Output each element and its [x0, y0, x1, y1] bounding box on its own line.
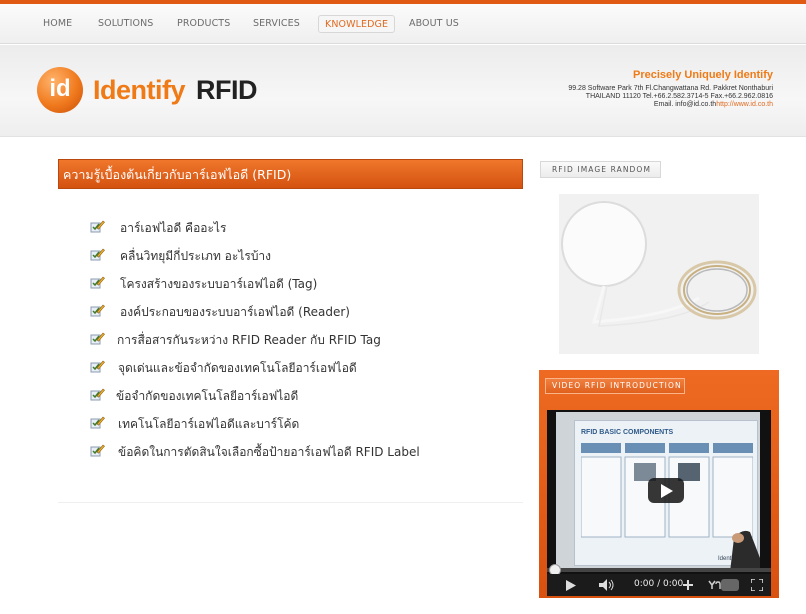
play-control-icon[interactable]: [566, 580, 576, 591]
play-button[interactable]: [648, 478, 684, 503]
pencil-check-icon: [90, 220, 105, 233]
main-nav: HOME SOLUTIONS PRODUCTS SERVICES KNOWLED…: [0, 4, 806, 44]
add-icon[interactable]: [683, 580, 693, 590]
address-line-2: THAILAND 11120 Tel.+66.2.582.3714-5 Fax.…: [585, 93, 773, 100]
pencil-check-icon: [90, 304, 105, 317]
site-header: id Identify RFID Precisely Uniquely Iden…: [0, 45, 806, 137]
nav-item-about-us[interactable]: ABOUT US: [409, 15, 459, 33]
volume-icon[interactable]: [599, 579, 615, 591]
pencil-check-icon: [90, 388, 105, 401]
nav-item-services[interactable]: SERVICES: [253, 15, 300, 33]
nav-item-knowledge[interactable]: KNOWLEDGE: [318, 15, 396, 33]
presenter-hand: [730, 530, 760, 572]
slide-title: RFID BASIC COMPONENTS: [581, 429, 674, 436]
video-tab: VIDEO RFID INTRODUCTION: [545, 378, 685, 394]
nav-item-solutions[interactable]: SOLUTIONS: [98, 15, 153, 33]
play-icon: [661, 484, 673, 498]
logo-text-identify[interactable]: Identify: [93, 75, 186, 106]
rfid-image-tab: RFID IMAGE RANDOM: [540, 161, 661, 178]
list-item-label[interactable]: ข้อจำกัดของเทคโนโลยีอาร์เอฟไอดี: [116, 387, 298, 406]
logo-mark[interactable]: id: [37, 67, 83, 113]
website-link[interactable]: http://www.id.co.th: [716, 101, 773, 108]
list-item-label[interactable]: องค์ประกอบของระบบอาร์เอฟไอดี (Reader): [120, 303, 350, 322]
rfid-tag-image[interactable]: [559, 194, 759, 354]
pencil-check-icon: [90, 444, 105, 457]
video-controls: 0:00 / 0:00: [547, 574, 771, 596]
list-item-label[interactable]: เทคโนโลยีอาร์เอฟไอดีและบาร์โค้ด: [118, 415, 299, 434]
list-item-label[interactable]: การสื่อสารกันระหว่าง RFID Reader กับ RFI…: [117, 331, 381, 350]
logo-text-rfid[interactable]: RFID: [196, 75, 258, 106]
video-time: 0:00 / 0:00: [634, 579, 684, 589]
list-item-label[interactable]: จุดเด่นและข้อจำกัดของเทคโนโลยีอาร์เอฟไอด…: [118, 359, 357, 378]
nav-item-home[interactable]: HOME: [43, 15, 72, 33]
pencil-check-icon: [90, 248, 105, 261]
list-item-label[interactable]: ข้อคิดในการตัดสินใจเลือกซื้อป้ายอาร์เอฟไ…: [118, 443, 420, 462]
progress-bar[interactable]: [547, 568, 771, 572]
contact-line: Email. info@id.co.thhttp://www.id.co.th: [654, 101, 773, 109]
tagline: Precisely Uniquely Identify: [633, 69, 773, 81]
section-title: ความรู้เบื้องต้นเกี่ยวกับอาร์เอฟไอดี (RF…: [58, 159, 523, 189]
email-label: Email. info@id.co.th: [653, 101, 717, 108]
video-panel: VIDEO RFID INTRODUCTION RFID BASIC COMPO…: [539, 370, 779, 598]
youtube-logo-icon[interactable]: [707, 579, 739, 591]
fullscreen-icon[interactable]: [751, 579, 763, 591]
list-item-label[interactable]: คลื่นวิทยุมีกี่ประเภท อะไรบ้าง: [120, 247, 271, 266]
list-item-label[interactable]: อาร์เอฟไอดี คืออะไร: [120, 219, 226, 238]
pencil-check-icon: [90, 360, 105, 373]
list-item-label[interactable]: โครงสร้างของระบบอาร์เอฟไอดี (Tag): [120, 275, 317, 294]
address-line-1: 99.28 Software Park 7th Fl.Changwattana …: [568, 85, 773, 92]
pencil-check-icon: [90, 276, 105, 289]
video-player[interactable]: RFID BASIC COMPONENTS Identify RFID: [547, 410, 771, 596]
pencil-check-icon: [90, 332, 105, 345]
pencil-check-icon: [90, 416, 105, 429]
nav-item-products[interactable]: PRODUCTS: [177, 15, 230, 33]
